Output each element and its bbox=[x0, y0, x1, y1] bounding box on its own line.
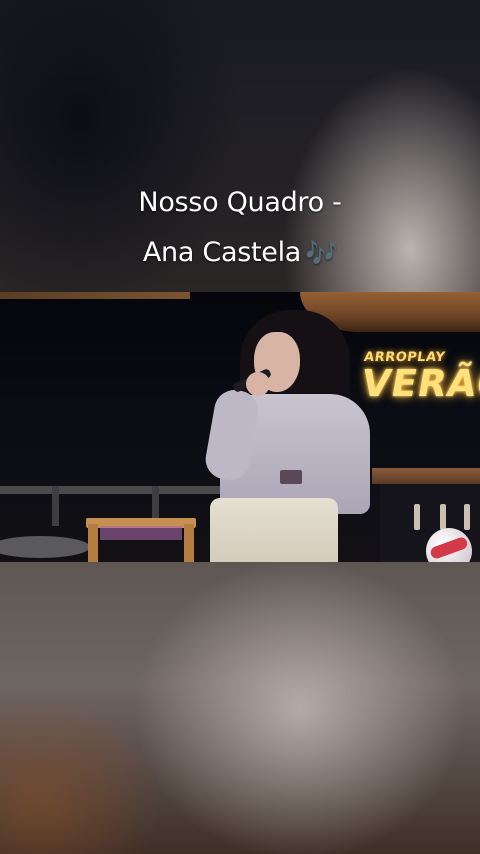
caption-artist: Ana Castela bbox=[142, 237, 302, 268]
railing bbox=[0, 486, 230, 494]
story-caption: Nosso Quadro - Ana Castela 🎶 bbox=[0, 178, 480, 279]
chair-leg bbox=[88, 524, 98, 562]
singer bbox=[198, 310, 378, 562]
chair-seat bbox=[100, 526, 182, 540]
video-player[interactable]: ARROPLAY VERÃO bbox=[0, 292, 480, 562]
roof-beam bbox=[0, 292, 190, 299]
bottle bbox=[414, 504, 420, 530]
music-notes-icon: 🎶 bbox=[305, 239, 338, 269]
singer-hand bbox=[246, 372, 270, 396]
singer-skirt bbox=[210, 498, 338, 562]
story-screen: Nosso Quadro - Ana Castela 🎶 ARROPLAY VER… bbox=[0, 0, 480, 854]
caption-line-1: Nosso Quadro - bbox=[138, 187, 342, 218]
chair bbox=[86, 518, 196, 562]
railing-post bbox=[52, 486, 59, 526]
table bbox=[0, 536, 90, 558]
bottle bbox=[464, 504, 470, 530]
bar-counter bbox=[372, 468, 480, 484]
phone-in-hand bbox=[280, 470, 302, 484]
bottle bbox=[440, 504, 446, 530]
chair-leg bbox=[184, 524, 194, 562]
caption-line-2: Ana Castela 🎶 bbox=[0, 228, 480, 279]
